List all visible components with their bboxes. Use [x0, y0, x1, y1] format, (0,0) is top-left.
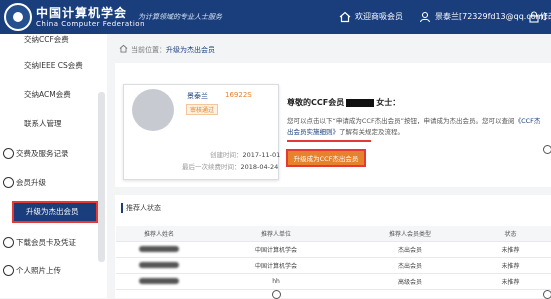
sidebar-item-contacts[interactable]: 联系人管理: [0, 114, 100, 134]
status-badge: 审核通过: [186, 104, 219, 115]
column-header: 状态: [504, 231, 517, 238]
sidebar-item-ieee-fee[interactable]: 交纳IEEE CS会费: [0, 56, 100, 76]
slogan: 为计算领域的专业人士服务: [138, 13, 222, 21]
table-row: hh 高级会员 未推荐: [116, 274, 551, 290]
column-header: 推荐人姓名: [143, 231, 174, 238]
notice-text: 您可以点击以下“申请成为CCF杰出会员”按钮，申请成为杰出会员。您可以查阅《CC…: [287, 117, 541, 136]
ccf-logo[interactable]: [4, 3, 32, 31]
records-icon: [3, 148, 14, 159]
user-icon: [419, 11, 431, 23]
recommender-table: 推荐人姓名 推荐人单位 推荐人会员类型 状态 中国计算机学会 杰出会员 未推荐 …: [116, 226, 551, 290]
sidebar-item-upgrade[interactable]: 会员升级: [0, 173, 100, 193]
blurred-name: [139, 277, 179, 284]
lock-icon[interactable]: [528, 11, 540, 23]
sidebar-item-photo-upload[interactable]: 个人照片上传: [0, 261, 100, 281]
sidebar-item-label: 下载会员卡及凭证: [16, 238, 76, 247]
sidebar-item-acm-fee[interactable]: 交纳ACM会费: [0, 85, 100, 105]
sidebar-scrollbar[interactable]: [98, 92, 105, 262]
apply-distinguished-button[interactable]: 升级成为CCF杰出会员: [286, 149, 366, 167]
redacted-name: [346, 98, 375, 107]
home-icon[interactable]: [119, 44, 128, 53]
welcome-text: 欢迎商吸会员: [355, 12, 403, 21]
sidebar-item-label: 会员升级: [16, 178, 46, 187]
download-icon: [3, 237, 14, 248]
brand-name-en: China Computer Federation: [36, 20, 146, 28]
home-icon[interactable]: [339, 11, 351, 23]
member-number: 16922S: [225, 91, 252, 99]
blurred-name: [139, 261, 179, 268]
sidebar-item-label: 交费及服务记录: [16, 149, 69, 158]
sidebar-item-label: 个人照片上传: [16, 266, 61, 275]
photo-icon: [3, 265, 14, 276]
section-title: 推荐人状态: [126, 204, 161, 212]
scroll-handle-icon[interactable]: [543, 145, 551, 154]
create-time: 创建时间：2017-11-01: [210, 151, 281, 159]
table-row: 中国计算机学会 杰出会员 未推荐: [116, 258, 551, 274]
blurred-name: [139, 245, 179, 252]
change-password-link[interactable]: 修改密: [540, 11, 551, 22]
section-marker: [121, 203, 123, 213]
member-name: 景泰兰: [187, 92, 208, 100]
upgrade-icon: [3, 177, 14, 188]
table-row: 中国计算机学会 杰出会员 未推荐: [116, 242, 551, 258]
sidebar-item-ccf-fee[interactable]: 交纳CCF会费: [0, 34, 100, 50]
column-header: 推荐人单位: [260, 231, 291, 238]
column-header: 推荐人会员类型: [388, 231, 431, 238]
sidebar: 交纳CCF会费 交纳IEEE CS会费 交纳ACM会费 联系人管理 交费及服务记…: [0, 34, 107, 298]
annotation-underline: [287, 140, 371, 142]
sidebar-item-download-card[interactable]: 下载会员卡及凭证: [0, 233, 100, 253]
table-header: 推荐人姓名 推荐人单位 推荐人会员类型 状态: [116, 226, 551, 242]
breadcrumb: 当前位置：升级为杰出会员: [131, 46, 215, 54]
greeting: 尊敬的CCF会员 女士：: [287, 98, 401, 107]
last-payment-time: 最后一次续费时间：2018-04-24: [182, 163, 279, 171]
sidebar-item-records[interactable]: 交费及服务记录: [0, 144, 100, 164]
avatar: [132, 89, 174, 131]
top-header: 中国计算机学会 China Computer Federation 为计算领域的…: [0, 0, 551, 34]
brand-name: 中国计算机学会: [36, 6, 128, 20]
sidebar-item-distinguished[interactable]: 升级为杰出会员: [12, 201, 98, 223]
